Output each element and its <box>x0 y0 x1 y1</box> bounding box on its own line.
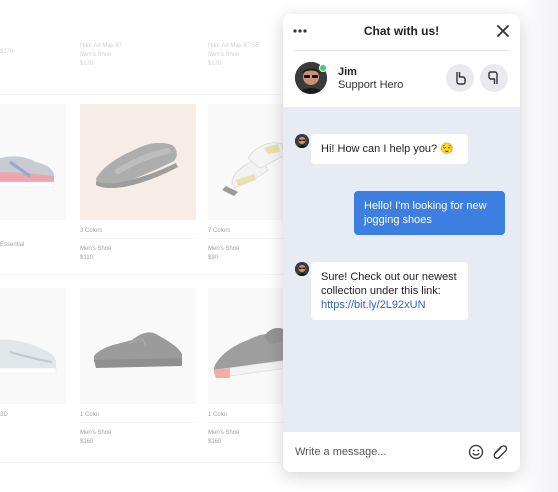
thumbs-down-button[interactable] <box>480 64 508 92</box>
collection-link[interactable]: https://bit.ly/2L92xUN <box>321 299 426 311</box>
agent-photo <box>295 134 309 148</box>
ghost-product-name: Nike Air Max 97 <box>80 43 123 49</box>
product-price: $160 <box>208 439 222 445</box>
product-image[interactable] <box>208 288 290 404</box>
emoji-button[interactable] <box>468 444 484 460</box>
shoe-image <box>213 328 289 379</box>
agent-mini-avatar <box>295 262 309 276</box>
thumbs-down-icon <box>488 71 498 84</box>
shoe-image <box>94 332 182 368</box>
online-status-indicator <box>319 64 327 72</box>
message-input[interactable] <box>295 443 455 461</box>
message-composer <box>283 432 520 472</box>
ghost-product-type: Men's Shoe <box>80 52 112 58</box>
message-list: Hi! How can I help you? 😌 Hello! I'm loo… <box>283 107 520 432</box>
product-price: $90 <box>208 255 219 261</box>
product-card[interactable]: 3D <box>0 288 66 438</box>
card-divider <box>80 238 196 239</box>
agent-name: Jim <box>338 66 357 78</box>
close-icon <box>497 25 509 37</box>
ghost-product: Nike Air Max 97 Men's Shoe $170 <box>80 42 122 69</box>
shoe-image <box>0 156 55 188</box>
product-colors: 1 Color <box>208 412 228 418</box>
product-name: Essential <box>0 242 25 248</box>
product-card[interactable]: 1 Color Men's Shoe $160 <box>80 288 196 448</box>
message-bubble-agent: Hi! How can I help you? 😌 <box>311 134 468 164</box>
product-card[interactable]: 1 Color Men's Shoe $160 <box>208 288 290 448</box>
attach-icon <box>493 445 508 459</box>
thumbs-up-icon <box>456 72 466 85</box>
product-image[interactable] <box>80 288 196 404</box>
product-card[interactable]: 3 Colors Men's Shoe $110 <box>80 104 196 264</box>
product-price: $110 <box>80 255 93 261</box>
agent-info: Jim Support Hero <box>283 56 520 104</box>
card-divider <box>80 422 196 423</box>
emoji-icon <box>468 444 484 460</box>
agent-mini-avatar <box>295 134 309 148</box>
message-bubble-agent: Sure! Check out our newest collection un… <box>311 262 468 320</box>
ghost-product-name: Nike Air Max 97 SE <box>208 43 260 49</box>
row-divider <box>0 94 290 95</box>
product-image[interactable] <box>80 104 196 220</box>
ghost-product-price: $170 <box>80 61 94 67</box>
product-image[interactable] <box>0 104 66 220</box>
chat-header-area: Chat with us! Jim Support Hero <box>283 14 520 107</box>
chat-header: Chat with us! <box>283 14 520 50</box>
ghost-product-price: $170 <box>0 48 13 57</box>
thumbs-up-button[interactable] <box>446 64 474 92</box>
close-button[interactable] <box>495 23 511 39</box>
message-text: Sure! Check out our newest collection un… <box>321 271 457 297</box>
message-bubble-user: Hello! I'm looking for new jogging shoes <box>354 191 505 235</box>
product-price: $160 <box>80 439 94 445</box>
product-card[interactable]: Essential <box>0 104 66 254</box>
page-edge-shade <box>518 0 558 492</box>
product-colors: 1 Color <box>80 412 100 418</box>
shoe-image <box>96 142 178 189</box>
attach-button[interactable] <box>492 444 508 460</box>
row-divider <box>0 274 290 275</box>
shoe-image <box>222 142 285 196</box>
header-divider <box>295 50 508 51</box>
product-colors: 3D <box>0 412 8 418</box>
product-colors: 7 Colors <box>208 228 231 234</box>
agent-role: Support Hero <box>338 79 404 91</box>
product-card[interactable]: 7 Colors Men's Shoe $90 <box>208 104 290 264</box>
ghost-product: Nike Air Max 97 SE Men's Shoe $170 <box>208 42 260 69</box>
agent-photo <box>295 262 309 276</box>
chat-widget: Chat with us! Jim Support Hero Hi! How c… <box>283 14 520 472</box>
shoe-image <box>0 339 57 374</box>
ghost-product-price: $170 <box>208 61 222 67</box>
card-divider <box>208 422 290 423</box>
chat-title: Chat with us! <box>363 24 440 38</box>
card-divider <box>208 238 290 239</box>
row-divider <box>0 462 290 463</box>
ghost-price: $170 <box>0 49 14 55</box>
product-colors: 3 Colors <box>80 228 103 234</box>
product-image[interactable] <box>208 104 290 220</box>
product-image[interactable] <box>0 288 66 404</box>
ghost-product-type: Men's Shoe <box>208 52 240 58</box>
